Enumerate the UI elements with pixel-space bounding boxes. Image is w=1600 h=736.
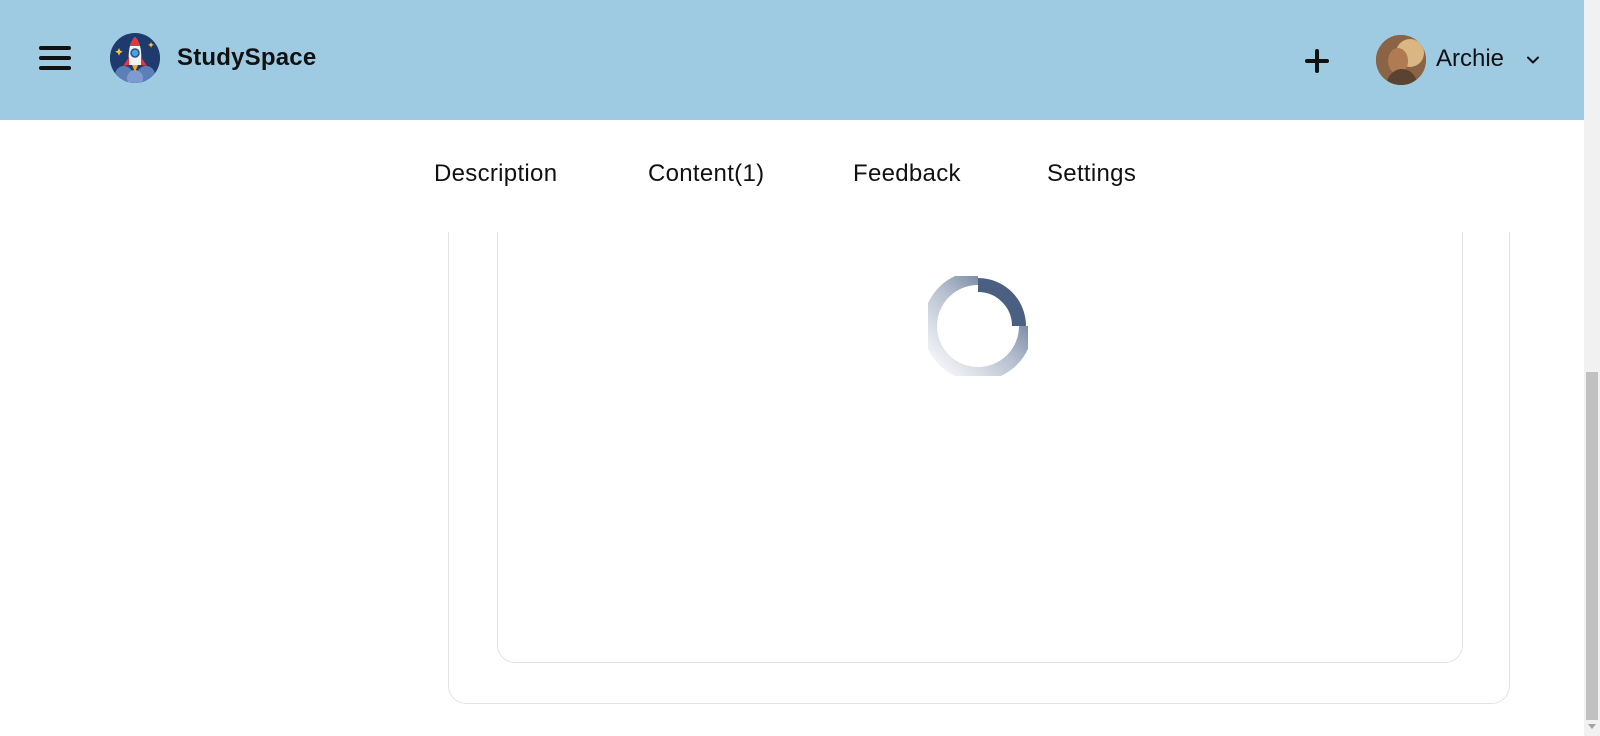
rocket-logo-icon[interactable] — [110, 33, 160, 83]
avatar — [1376, 35, 1426, 85]
tab-content[interactable]: Content(1) — [648, 160, 764, 188]
scrollbar-thumb[interactable] — [1586, 372, 1598, 720]
tab-feedback[interactable]: Feedback — [853, 160, 961, 188]
page-scrollbar[interactable] — [1584, 0, 1600, 736]
content-inner-card — [497, 200, 1463, 663]
brand-name[interactable]: StudySpace — [177, 44, 316, 72]
plus-icon[interactable] — [1300, 44, 1334, 78]
top-navbar: StudySpace Archie — [0, 0, 1584, 120]
user-name: Archie — [1436, 45, 1505, 72]
loading-spinner-icon — [928, 276, 1028, 376]
page: StudySpace Archie Description Content(1)… — [0, 0, 1600, 736]
scroll-down-arrow-icon[interactable] — [1588, 724, 1596, 729]
chevron-down-icon[interactable] — [1525, 52, 1541, 68]
user-menu[interactable]: Archie — [1376, 35, 1554, 85]
tab-bar: Description Content(1) Feedback Settings — [0, 120, 1584, 232]
hamburger-menu-icon[interactable] — [36, 44, 76, 74]
tab-settings[interactable]: Settings — [1047, 160, 1136, 188]
tab-description[interactable]: Description — [434, 160, 557, 188]
